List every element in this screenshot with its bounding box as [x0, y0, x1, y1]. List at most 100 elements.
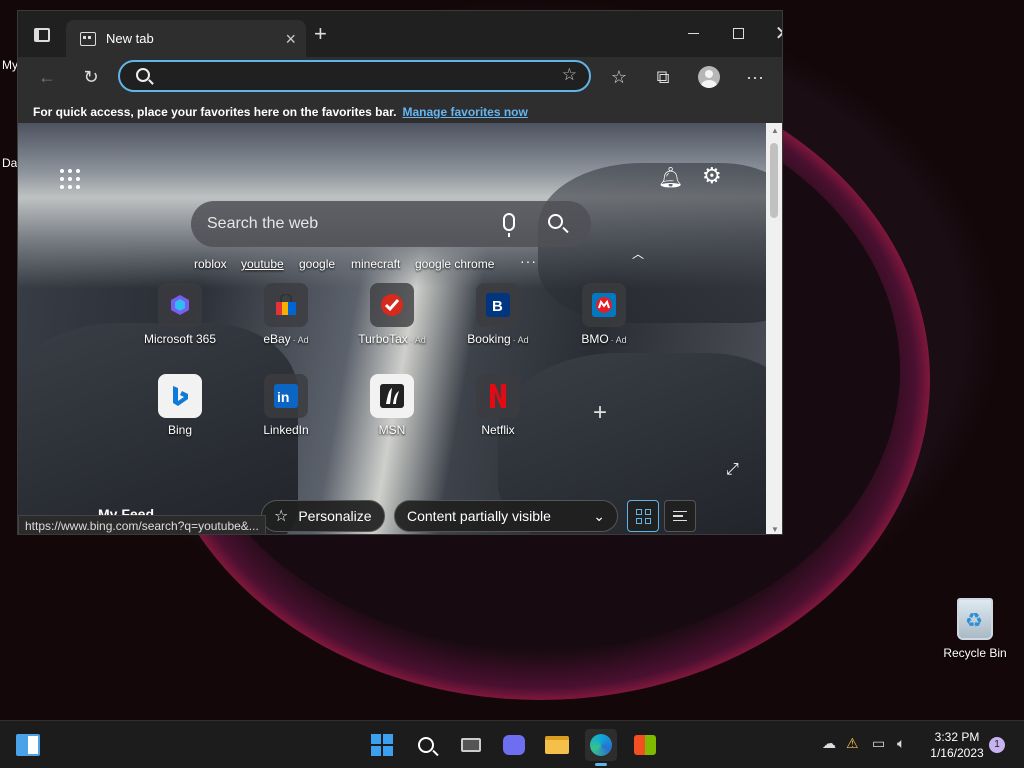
- tab-new-tab[interactable]: New tab ×: [66, 20, 306, 57]
- quick-link-ebay[interactable]: eBay · Ad: [231, 283, 341, 346]
- windows-logo-icon: [371, 734, 393, 756]
- address-input[interactable]: [160, 66, 540, 86]
- svg-text:in: in: [277, 389, 289, 405]
- new-tab-button[interactable]: +: [314, 23, 327, 45]
- personalize-button[interactable]: ☆ Personalize: [261, 500, 385, 532]
- widgets-button[interactable]: [12, 729, 44, 761]
- scrollbar-thumb[interactable]: [770, 143, 778, 218]
- list-layout-button[interactable]: [664, 500, 696, 532]
- personalize-star-icon: ☆: [274, 508, 289, 525]
- search-placeholder: Search the web: [207, 215, 319, 232]
- clock-time: 3:32 PM: [934, 730, 980, 744]
- desktop-icon-label-partial[interactable]: Da: [2, 156, 17, 170]
- quick-link-booking[interactable]: B Booking · Ad: [443, 283, 553, 346]
- microsoft-365-icon: [158, 283, 202, 327]
- volume-icon[interactable]: 🔈︎: [897, 735, 905, 752]
- address-bar[interactable]: ☆: [118, 60, 591, 92]
- trending-search-link[interactable]: google: [299, 257, 335, 271]
- maximize-icon: [732, 27, 744, 39]
- cloud-offline-icon[interactable]: ☁: [822, 735, 836, 752]
- store-button[interactable]: [629, 729, 661, 761]
- edge-taskbar-button[interactable]: [585, 729, 617, 766]
- bmo-icon: [582, 283, 626, 327]
- start-button[interactable]: [366, 729, 398, 761]
- file-explorer-button[interactable]: [541, 729, 573, 761]
- scroll-down-icon[interactable]: ▼: [771, 525, 779, 534]
- trending-search-link[interactable]: roblox: [194, 257, 227, 271]
- minimize-button[interactable]: [670, 19, 716, 47]
- add-site-plus-icon[interactable]: +: [593, 399, 607, 427]
- tile-label: Bing: [167, 423, 193, 437]
- web-search-box[interactable]: Search the web: [191, 201, 591, 247]
- favorites-button[interactable]: ☆: [604, 63, 634, 91]
- tile-label: TurboTax: [358, 332, 408, 346]
- microphone-icon[interactable]: [503, 213, 515, 237]
- network-icon[interactable]: ▭: [872, 735, 885, 752]
- maximize-button[interactable]: [715, 19, 761, 47]
- collapse-chevron-icon[interactable]: ︿: [632, 245, 644, 262]
- booking-icon: B: [476, 283, 520, 327]
- security-warning-icon[interactable]: ⚠: [846, 735, 859, 752]
- grid-layout-button[interactable]: [627, 500, 659, 532]
- ad-badge: · Ad: [292, 335, 309, 345]
- trending-search-link[interactable]: youtube: [241, 257, 284, 271]
- back-button[interactable]: ←: [32, 63, 62, 91]
- tile-label: Microsoft 365: [143, 332, 217, 346]
- favorites-bar-message: For quick access, place your favorites h…: [33, 105, 397, 119]
- quick-link-msn[interactable]: MSN: [337, 374, 447, 437]
- search-icon[interactable]: [548, 214, 563, 229]
- quick-link-linkedin[interactable]: in LinkedIn: [231, 374, 341, 437]
- task-view-icon: [461, 738, 481, 752]
- store-icon: [634, 735, 656, 755]
- clock[interactable]: 3:32 PM 1/16/2023: [922, 729, 992, 761]
- quick-link-bmo[interactable]: BMO · Ad: [549, 283, 659, 346]
- bing-icon: [158, 374, 202, 418]
- desktop-icon-label-partial[interactable]: My: [2, 58, 18, 72]
- manage-favorites-link[interactable]: Manage favorites now: [402, 105, 527, 119]
- content-visibility-dropdown[interactable]: Content partially visible ⌄: [394, 500, 618, 532]
- scroll-up-icon[interactable]: ▲: [771, 126, 779, 135]
- taskbar-search-button[interactable]: [410, 729, 442, 761]
- quick-link-microsoft-365[interactable]: Microsoft 365: [125, 283, 235, 346]
- trending-search-link[interactable]: google chrome: [415, 257, 494, 271]
- apps-launcher-icon[interactable]: [60, 169, 80, 189]
- quick-link-netflix[interactable]: Netflix: [443, 374, 553, 437]
- trending-search-link[interactable]: minecraft: [351, 257, 400, 271]
- close-tab-icon[interactable]: ×: [285, 30, 296, 48]
- settings-and-more-button[interactable]: ···: [740, 63, 770, 91]
- ebay-icon: [264, 283, 308, 327]
- more-trending-button[interactable]: ···: [520, 253, 537, 269]
- netflix-icon: [476, 374, 520, 418]
- tab-title: New tab: [106, 31, 154, 46]
- profile-button[interactable]: [694, 63, 724, 91]
- browser-toolbar: ← ↻ ☆ ☆ ⧉ ···: [18, 57, 782, 97]
- content-visibility-value: Content partially visible: [407, 508, 551, 524]
- fullscreen-expand-icon[interactable]: ⤢: [726, 461, 739, 479]
- add-favorite-icon[interactable]: ☆: [562, 65, 577, 85]
- page-scrollbar[interactable]: ▲ ▼: [766, 123, 782, 534]
- minimize-icon: [687, 32, 699, 34]
- refresh-button[interactable]: ↻: [76, 63, 106, 91]
- page-settings-gear-icon[interactable]: ⚙: [702, 163, 722, 189]
- tile-label: LinkedIn: [263, 423, 309, 437]
- status-bar-url: https://www.bing.com/search?q=youtube&..…: [18, 515, 266, 534]
- chevron-down-icon: ⌄: [593, 507, 605, 524]
- notifications-bell-icon[interactable]: 🔔︎: [658, 165, 683, 190]
- task-view-button[interactable]: [455, 729, 487, 761]
- quick-link-bing[interactable]: Bing: [125, 374, 235, 437]
- tile-label: BMO: [581, 332, 609, 346]
- chat-button[interactable]: [498, 729, 530, 761]
- search-icon: [418, 737, 434, 753]
- search-icon: [136, 68, 150, 82]
- svg-text:B: B: [492, 298, 503, 315]
- collections-button[interactable]: ⧉: [648, 63, 678, 91]
- recycle-bin[interactable]: Recycle Bin: [938, 598, 1012, 660]
- close-window-button[interactable]: ✕: [760, 19, 782, 47]
- title-bar[interactable]: New tab × + ✕: [18, 11, 782, 57]
- tile-label: eBay: [263, 332, 291, 346]
- tile-label: Booking: [467, 332, 511, 346]
- taskbar: ☁ ⚠ ▭ 🔈︎ 3:32 PM 1/16/2023 1: [0, 720, 1024, 768]
- tab-actions-button[interactable]: [28, 21, 56, 49]
- quick-link-turbotax[interactable]: TurboTax · Ad: [337, 283, 447, 346]
- notification-badge[interactable]: 1: [989, 737, 1005, 753]
